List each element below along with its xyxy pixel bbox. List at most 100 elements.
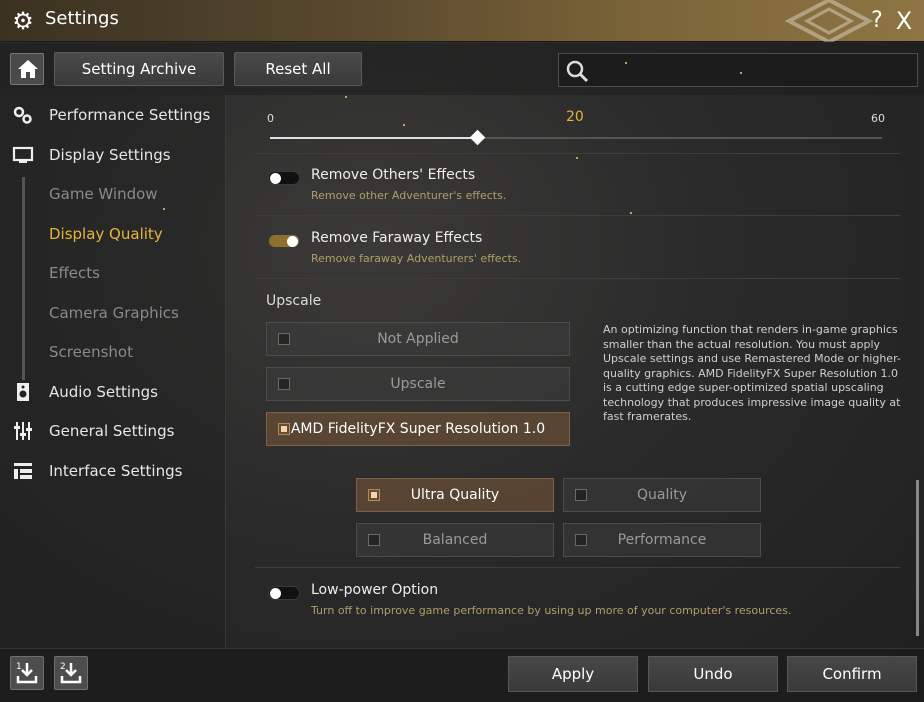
remove-faraway-effects-desc: Remove faraway Adventurers' effects.: [311, 252, 522, 265]
sidebar-item-label: Audio Settings: [49, 383, 158, 401]
close-button[interactable]: X: [892, 8, 916, 34]
sidebar-item-display-quality[interactable]: Display Quality: [0, 219, 226, 249]
choice-label: Performance: [617, 532, 707, 548]
home-button[interactable]: [10, 53, 44, 85]
checkbox: [368, 489, 380, 501]
slider-track[interactable]: [270, 137, 882, 139]
sidebar-item-general[interactable]: General Settings: [0, 416, 226, 446]
sidebar-item-screenshot[interactable]: Screenshot: [0, 337, 226, 367]
settings-window: ⚙ Settings ? X Setting Archive Reset All: [0, 0, 924, 702]
divider: [255, 153, 900, 154]
sidebar-item-label: Effects: [49, 264, 100, 282]
gears-icon: [13, 106, 32, 124]
remove-others-effects-title: Remove Others' Effects: [311, 167, 476, 183]
choice-label: AMD FidelityFX Super Resolution 1.0: [290, 421, 546, 437]
layout-icon: [14, 463, 32, 479]
remove-others-effects-desc: Remove other Adventurer's effects.: [311, 189, 507, 202]
divider: [255, 567, 900, 568]
search-box[interactable]: [558, 53, 918, 87]
upscale-option-fsr[interactable]: AMD FidelityFX Super Resolution 1.0: [266, 412, 570, 446]
sidebar-item-audio[interactable]: Audio Settings: [0, 377, 226, 407]
confirm-button[interactable]: Confirm: [787, 656, 917, 692]
speaker-icon: [17, 383, 29, 401]
reset-all-button[interactable]: Reset All: [234, 52, 362, 86]
checkbox: [278, 378, 290, 390]
sidebar: Performance Settings Display Settings Ga…: [0, 95, 226, 648]
window-title: Settings: [45, 8, 119, 29]
slider-fill: [270, 137, 472, 139]
choice-label: Not Applied: [377, 331, 459, 347]
sidebar-item-performance[interactable]: Performance Settings: [0, 100, 226, 130]
toggle-knob: [270, 173, 281, 184]
save-slot-1-button[interactable]: 1: [10, 656, 44, 690]
sparkle-decoration: [630, 212, 632, 214]
sparkle-decoration: [403, 124, 405, 126]
slider-max-label: 60: [871, 112, 885, 125]
sidebar-item-interface[interactable]: Interface Settings: [0, 456, 226, 486]
monitor-icon: [12, 146, 34, 163]
search-input[interactable]: [599, 58, 909, 82]
slider-min-label: 0: [267, 112, 274, 125]
toggle-knob: [270, 588, 281, 599]
checkbox: [278, 423, 290, 435]
title-bar: ⚙ Settings ? X: [0, 0, 924, 42]
bottom-bar: [0, 648, 924, 702]
sidebar-item-label: Camera Graphics: [49, 304, 179, 322]
svg-text:2: 2: [60, 662, 66, 672]
divider: [255, 215, 900, 216]
content-scrollbar[interactable]: [916, 480, 919, 636]
low-power-option-toggle[interactable]: [268, 586, 300, 600]
upscale-option-not-applied[interactable]: Not Applied: [266, 322, 570, 356]
search-icon: [566, 60, 589, 83]
sparkle-decoration: [345, 96, 347, 98]
upscale-option-upscale[interactable]: Upscale: [266, 367, 570, 401]
checkbox: [575, 534, 587, 546]
quality-option-ultra[interactable]: Ultra Quality: [356, 478, 554, 512]
download-icon: 1: [16, 662, 38, 684]
sidebar-item-label: Interface Settings: [49, 462, 183, 480]
quality-option-performance[interactable]: Performance: [563, 523, 761, 557]
sidebar-item-camera-graphics[interactable]: Camera Graphics: [0, 298, 226, 328]
slider-value: 20: [566, 109, 584, 125]
sidebar-item-label: Performance Settings: [49, 106, 211, 124]
remove-faraway-effects-toggle[interactable]: [268, 234, 300, 248]
checkbox: [278, 333, 290, 345]
choice-label: Balanced: [422, 532, 488, 548]
undo-button[interactable]: Undo: [648, 656, 778, 692]
low-power-option-title: Low-power Option: [311, 582, 439, 598]
divider: [255, 278, 900, 279]
help-button[interactable]: ?: [866, 8, 888, 34]
sidebar-item-label: General Settings: [49, 422, 175, 440]
sidebar-item-game-window[interactable]: Game Window: [0, 179, 226, 209]
toolbar: Setting Archive Reset All: [0, 43, 924, 95]
checkbox: [575, 489, 587, 501]
remove-faraway-effects-title: Remove Faraway Effects: [311, 230, 483, 246]
quality-option-quality[interactable]: Quality: [563, 478, 761, 512]
apply-button[interactable]: Apply: [508, 656, 638, 692]
sidebar-item-label: Display Quality: [49, 225, 163, 243]
sidebar-item-display[interactable]: Display Settings: [0, 140, 226, 170]
sidebar-item-effects[interactable]: Effects: [0, 258, 226, 288]
home-icon: [18, 60, 38, 78]
remove-others-effects-toggle[interactable]: [268, 171, 300, 185]
sliders-icon: [14, 422, 32, 440]
low-power-option-desc: Turn off to improve game performance by …: [311, 604, 792, 617]
gear-icon: ⚙: [12, 7, 34, 35]
upscale-info-text: An optimizing function that renders in-g…: [603, 323, 901, 423]
sidebar-item-label: Display Settings: [49, 146, 171, 164]
sparkle-decoration: [576, 157, 578, 159]
choice-label: Upscale: [390, 376, 446, 392]
quality-option-balanced[interactable]: Balanced: [356, 523, 554, 557]
sidebar-item-label: Game Window: [49, 185, 158, 203]
checkbox: [368, 534, 380, 546]
download-icon: 2: [60, 662, 82, 684]
save-slot-2-button[interactable]: 2: [54, 656, 88, 690]
toggle-knob: [287, 236, 298, 247]
sparkle-decoration: [625, 62, 627, 64]
upscale-section-title: Upscale: [266, 293, 322, 309]
sparkle-decoration: [740, 72, 742, 74]
sidebar-item-label: Screenshot: [49, 343, 133, 361]
svg-text:1: 1: [16, 662, 22, 672]
setting-archive-button[interactable]: Setting Archive: [54, 52, 224, 86]
choice-label: Quality: [636, 487, 688, 503]
